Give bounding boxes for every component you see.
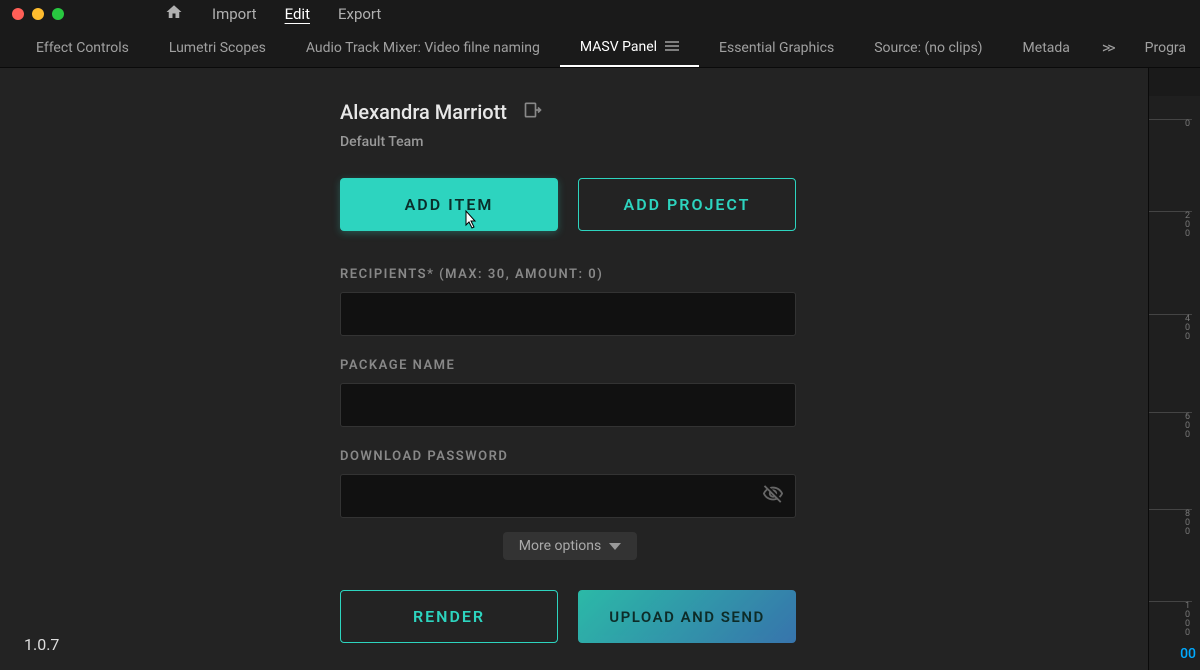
add-item-button[interactable]: ADD ITEM	[340, 178, 558, 231]
window-controls	[12, 8, 64, 20]
recipients-label: RECIPIENTS* (MAX: 30, AMOUNT: 0)	[340, 267, 800, 282]
download-password-input[interactable]	[340, 474, 796, 518]
close-window-button[interactable]	[12, 8, 24, 20]
render-button[interactable]: RENDER	[340, 590, 558, 643]
menu-edit[interactable]: Edit	[285, 5, 310, 23]
package-name-input[interactable]	[340, 383, 796, 427]
tab-metadata[interactable]: Metada	[1003, 28, 1090, 67]
masv-panel-body: Alexandra Marriott Default Team ADD ITEM…	[0, 68, 1148, 670]
version-label: 1.0.7	[24, 635, 59, 654]
ruler-header	[1149, 68, 1200, 96]
add-project-button[interactable]: ADD PROJECT	[578, 178, 796, 231]
tab-program[interactable]: Progra	[1125, 28, 1186, 67]
menu-export[interactable]: Export	[338, 5, 381, 23]
timeline-ruler: 0 2 0 0 4 0 0 6 0 0 8 0 0 1 0 0 0 00	[1148, 68, 1200, 670]
username-label: Alexandra Marriott	[340, 100, 507, 124]
download-password-label: DOWNLOAD PASSWORD	[340, 449, 800, 464]
timecode-display: 00	[1180, 646, 1196, 662]
package-name-label: PACKAGE NAME	[340, 358, 800, 373]
maximize-window-button[interactable]	[52, 8, 64, 20]
titlebar: Import Edit Export	[0, 0, 1200, 28]
recipients-input[interactable]	[340, 292, 796, 336]
tab-essential-graphics[interactable]: Essential Graphics	[699, 28, 854, 67]
tabs-overflow-icon[interactable]: >>	[1102, 38, 1113, 57]
panel-menu-icon[interactable]	[665, 39, 679, 55]
tab-effect-controls[interactable]: Effect Controls	[16, 28, 149, 67]
top-menu: Import Edit Export	[164, 3, 381, 25]
ruler-ticks[interactable]: 0 2 0 0 4 0 0 6 0 0 8 0 0 1 0 0 0	[1149, 96, 1200, 670]
tab-source[interactable]: Source: (no clips)	[854, 28, 1002, 67]
toggle-password-visibility-icon[interactable]	[762, 483, 784, 509]
upload-and-send-button[interactable]: UPLOAD AND SEND	[578, 590, 796, 643]
tab-lumetri-scopes[interactable]: Lumetri Scopes	[149, 28, 286, 67]
menu-import[interactable]: Import	[212, 5, 257, 23]
panel-tabs: Effect Controls Lumetri Scopes Audio Tra…	[0, 28, 1200, 68]
tab-masv-panel[interactable]: MASV Panel	[560, 28, 699, 67]
minimize-window-button[interactable]	[32, 8, 44, 20]
more-options-toggle[interactable]: More options	[503, 532, 638, 560]
chevron-down-icon	[609, 543, 621, 550]
tab-audio-track-mixer[interactable]: Audio Track Mixer: Video filne naming	[286, 28, 560, 67]
logout-icon[interactable]	[523, 100, 543, 124]
team-label: Default Team	[340, 134, 800, 150]
home-icon[interactable]	[164, 3, 184, 25]
